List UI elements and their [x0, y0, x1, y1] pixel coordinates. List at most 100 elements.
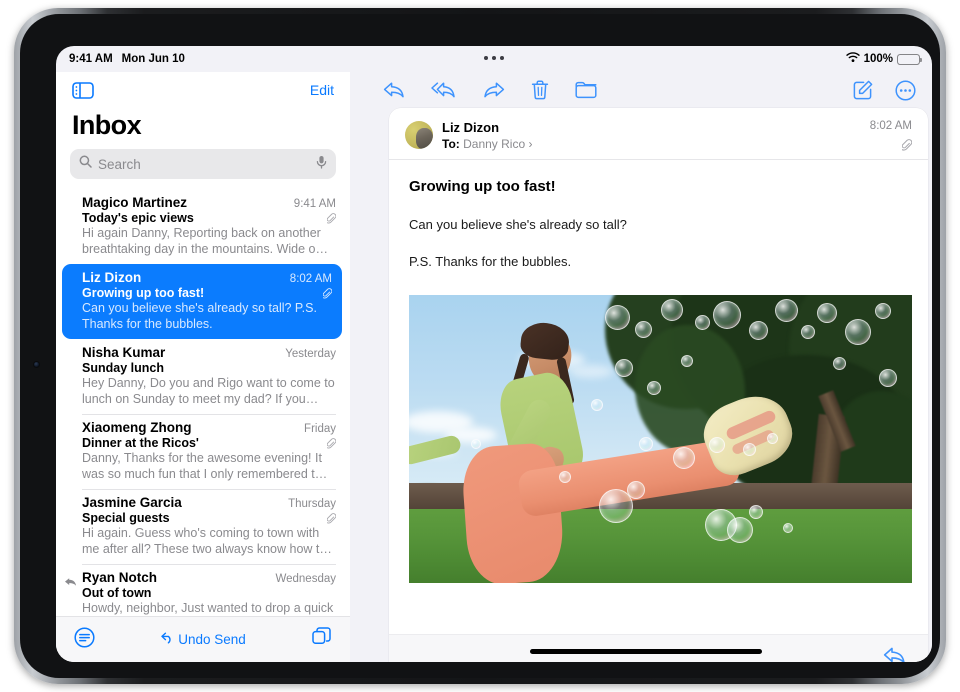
message-paragraph-1: Can you believe she's already so tall? [409, 217, 627, 232]
ipad-screen: 9:41 AM Mon Jun 10 100% Edit Inbox Searc… [56, 46, 932, 662]
message-row-subject: Out of town [82, 586, 336, 600]
message-list-item[interactable]: Nisha Kumar Yesterday Sunday lunch Hey D… [56, 339, 350, 414]
trash-icon[interactable] [531, 80, 549, 100]
compose-icon[interactable] [853, 80, 873, 100]
message-time: Friday [304, 423, 336, 435]
message-row-top: Ryan Notch Wednesday [82, 570, 336, 585]
new-window-icon[interactable] [312, 627, 332, 652]
message-subject: Out of town [82, 586, 152, 600]
message-subject: Special guests [82, 511, 170, 525]
message-body: Growing up too fast! Can you believe she… [389, 160, 928, 583]
message-list-item[interactable]: Ryan Notch Wednesday Out of town Howdy, … [56, 564, 350, 616]
message-list-item[interactable]: Magico Martinez 9:41 AM Today's epic vie… [56, 189, 350, 264]
message-row-top: Jasmine Garcia Thursday [82, 495, 336, 510]
message-sender: Ryan Notch [82, 570, 158, 585]
message-time: Thursday [288, 498, 336, 510]
message-sender: Xiaomeng Zhong [82, 420, 192, 435]
message-subject: Sunday lunch [82, 361, 164, 375]
message-row-top: Liz Dizon 8:02 AM [82, 270, 332, 285]
message-sender: Jasmine Garcia [82, 495, 182, 510]
message-recipient-row[interactable]: To: Danny Rico › [442, 137, 870, 151]
folder-icon[interactable] [575, 81, 597, 99]
status-bar: 9:41 AM Mon Jun 10 100% [56, 46, 932, 72]
undo-arrow-icon [161, 632, 174, 647]
message-preview: Danny, Thanks for the awesome evening! I… [82, 451, 328, 481]
message-row-subject: Sunday lunch [82, 361, 336, 375]
message-time: Yesterday [285, 348, 336, 360]
paperclip-icon [870, 138, 912, 152]
message-list-item[interactable]: Jasmine Garcia Thursday Special guests H… [56, 489, 350, 564]
filter-icon[interactable] [74, 626, 95, 653]
list-separator [82, 414, 336, 415]
reply-all-icon[interactable] [431, 81, 457, 99]
search-placeholder: Search [98, 156, 141, 172]
reply-icon[interactable] [383, 81, 405, 99]
avatar [405, 121, 433, 149]
ipad-device-frame: 9:41 AM Mon Jun 10 100% Edit Inbox Searc… [14, 8, 946, 684]
paperclip-icon [327, 512, 336, 525]
undo-send-button[interactable]: Undo Send [161, 632, 246, 647]
paperclip-icon [323, 287, 332, 300]
status-time: 9:41 AM [69, 53, 113, 65]
message-preview: Can you believe she's already so tall? P… [82, 301, 317, 331]
wifi-icon [845, 52, 860, 66]
message-time: 9:41 AM [293, 198, 336, 210]
message-header-right: 8:02 AM [870, 120, 912, 152]
search-input[interactable]: Search [70, 149, 336, 179]
status-date: Mon Jun 10 [121, 53, 185, 65]
chevron-right-icon: › [528, 137, 533, 151]
message-header-text: Liz Dizon To: Danny Rico › [442, 120, 870, 151]
message-row-subject: Growing up too fast! [82, 286, 332, 300]
search-container: Search [56, 149, 350, 189]
edit-button[interactable]: Edit [310, 82, 334, 98]
message-card: Liz Dizon To: Danny Rico › 8:02 AM Growi… [389, 108, 928, 662]
sidebar-toggle-icon[interactable] [72, 81, 94, 99]
battery-percent-label: 100% [863, 53, 893, 65]
recipient-name: Danny Rico [463, 137, 526, 151]
undo-send-label: Undo Send [178, 632, 246, 647]
message-subject: Dinner at the Ricos' [82, 436, 199, 450]
multitasking-handle-icon[interactable] [484, 56, 504, 60]
battery-icon [897, 53, 922, 65]
home-indicator[interactable] [529, 649, 762, 654]
message-subject: Growing up too fast! [82, 286, 205, 300]
paperclip-icon [327, 437, 336, 450]
message-header: Liz Dizon To: Danny Rico › 8:02 AM [389, 108, 928, 160]
status-bar-right: 100% [845, 52, 922, 66]
message-time: Wednesday [275, 573, 336, 585]
sidebar-topbar: Edit [56, 72, 350, 108]
page-title: Inbox [72, 110, 142, 140]
reply-icon[interactable] [883, 646, 906, 662]
detail-bottom-bar [389, 634, 928, 662]
message-row-subject: Today's epic views [82, 211, 336, 225]
mail-sidebar: Edit Inbox Search Magico Martinez 9:41 A… [56, 72, 350, 662]
detail-toolbar-left [383, 80, 597, 100]
message-row-top: Magico Martinez 9:41 AM [82, 195, 336, 210]
microphone-icon[interactable] [316, 155, 327, 174]
list-separator [82, 489, 336, 490]
message-row-subject: Special guests [82, 511, 336, 525]
message-list[interactable]: Magico Martinez 9:41 AM Today's epic vie… [56, 189, 350, 616]
message-row-top: Xiaomeng Zhong Friday [82, 420, 336, 435]
message-sender: Nisha Kumar [82, 345, 166, 360]
message-row-top: Nisha Kumar Yesterday [82, 345, 336, 360]
message-paragraph-2: P.S. Thanks for the bubbles. [409, 254, 572, 269]
message-list-item[interactable]: Liz Dizon 8:02 AM Growing up too fast! C… [62, 264, 342, 339]
message-preview: Hey Danny, Do you and Rigo want to come … [82, 376, 335, 406]
forward-icon[interactable] [483, 81, 505, 99]
message-photo-attachment[interactable] [409, 295, 912, 583]
message-row-subject: Dinner at the Ricos' [82, 436, 336, 450]
message-detail-pane: Liz Dizon To: Danny Rico › 8:02 AM Growi… [359, 72, 932, 662]
list-separator [82, 564, 336, 565]
message-list-item[interactable]: Xiaomeng Zhong Friday Dinner at the Rico… [56, 414, 350, 489]
detail-toolbar [359, 72, 932, 108]
message-subject: Growing up too fast! [409, 178, 556, 195]
message-preview: Hi again Danny, Reporting back on anothe… [82, 226, 328, 256]
detail-toolbar-right [853, 79, 916, 101]
message-subject: Today's epic views [82, 211, 194, 225]
more-circle-icon[interactable] [895, 79, 916, 101]
message-time: 8:02 AM [869, 120, 912, 132]
replied-arrow-icon [64, 575, 77, 593]
paperclip-icon [327, 212, 336, 225]
to-label: To: [442, 137, 460, 151]
